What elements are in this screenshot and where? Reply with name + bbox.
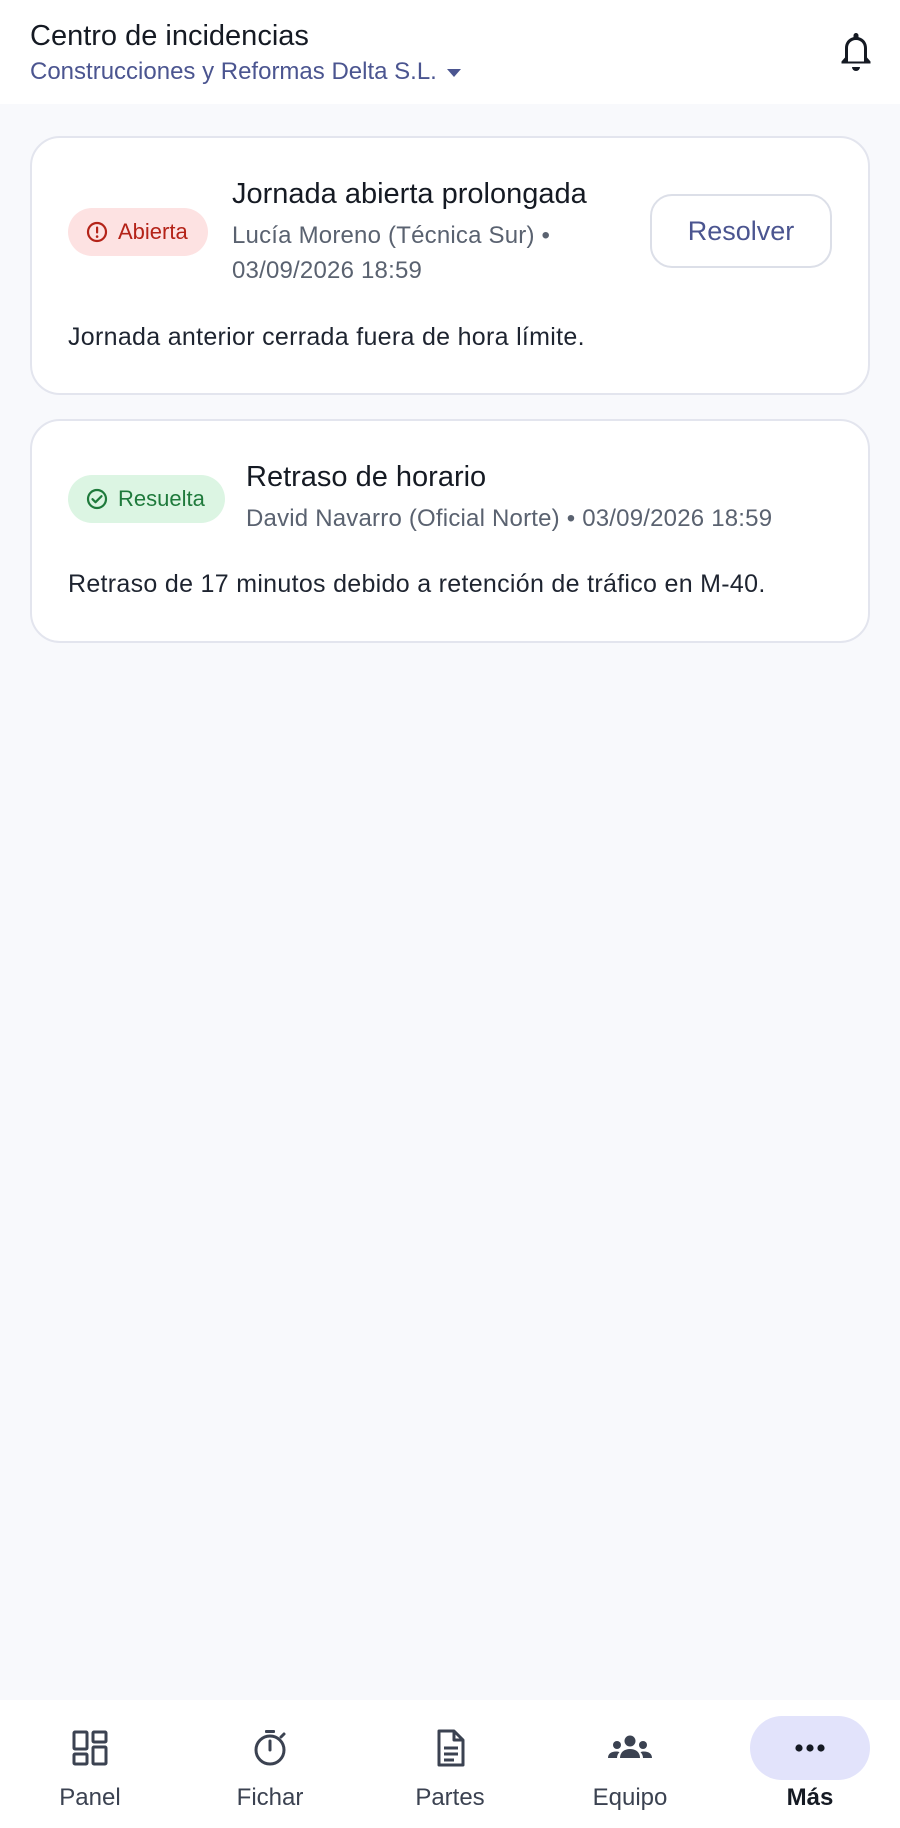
timer-icon [210,1716,330,1780]
nav-label: Partes [415,1784,485,1811]
status-badge-resolved: Resuelta [68,475,225,523]
nav-item-fichar[interactable]: Fichar [180,1700,360,1828]
incident-meta: Lucía Moreno (Técnica Sur) • 03/09/2026 … [232,218,550,288]
status-badge-open: Abierta [68,208,208,256]
nav-label: Fichar [236,1784,304,1811]
incident-meta-line2: 03/09/2026 18:59 [232,257,423,284]
company-selector[interactable]: Construcciones y Reformas Delta S.L. [30,56,461,88]
nav-label: Panel [59,1784,121,1811]
nav-item-mas[interactable]: Más [720,1700,900,1828]
status-label: Abierta [118,219,188,244]
incident-card[interactable]: Resuelta Retraso de horario David Navarr… [30,419,870,643]
chevron-down-icon [446,69,461,77]
nav-item-partes[interactable]: Partes [360,1700,540,1828]
document-icon [390,1716,510,1780]
alert-circle-icon [86,221,108,243]
incident-title: Retraso de horario [246,461,487,493]
top-app-bar: Centro de incidencias Construcciones y R… [0,0,900,104]
incident-description: Jornada anterior cerrada fuera de hora l… [68,323,585,351]
company-name: Construcciones y Reformas Delta S.L. [30,58,437,85]
nav-item-panel[interactable]: Panel [0,1700,180,1828]
incident-list: Abierta Jornada abierta prolongada Lucía… [30,136,870,667]
nav-label: Equipo [592,1784,668,1811]
page-title: Centro de incidencias [30,20,309,52]
status-label: Resuelta [118,486,205,511]
dashboard-icon [30,1716,150,1780]
bottom-navigation: Panel Fichar Partes Equipo Más [0,1700,900,1828]
incident-meta-line1: Lucía Moreno (Técnica Sur) • [232,222,551,249]
check-circle-icon [86,488,108,510]
incident-description: Retraso de 17 minutos debido a retención… [68,570,766,598]
incident-title: Jornada abierta prolongada [232,178,587,210]
more-icon [750,1716,870,1780]
notifications-bell-icon[interactable] [836,30,876,74]
group-icon [570,1716,690,1780]
nav-item-equipo[interactable]: Equipo [540,1700,720,1828]
incident-meta: David Navarro (Oficial Norte) • 03/09/20… [246,505,773,532]
nav-label: Más [786,1784,834,1811]
incident-card[interactable]: Abierta Jornada abierta prolongada Lucía… [30,136,870,395]
resolve-button[interactable]: Resolver [650,194,832,268]
